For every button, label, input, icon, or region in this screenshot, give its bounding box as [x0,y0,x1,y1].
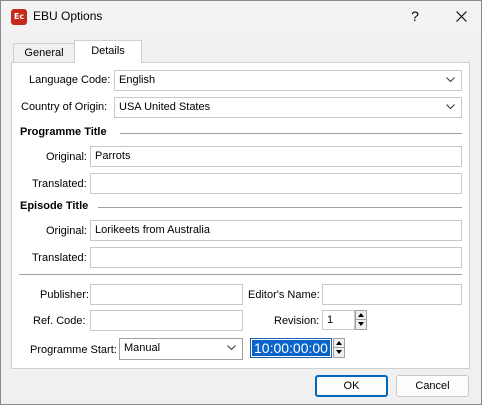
language-code-label: Language Code: [29,74,111,86]
revision-down-button[interactable] [356,320,366,329]
ref-code-input[interactable] [90,310,243,331]
time-down-button[interactable] [334,348,344,357]
episode-original-label: Original: [46,225,87,237]
episode-original-input[interactable]: Lorikeets from Australia [90,220,462,241]
language-code-value: English [119,74,156,86]
episode-translated-input[interactable] [90,247,462,268]
ebu-options-dialog: Ec EBU Options ? General Details Languag… [0,0,482,405]
arrow-down-icon [336,350,342,354]
programme-start-mode-value: Manual [124,342,161,354]
revision-up-button[interactable] [356,311,366,320]
tab-general[interactable]: General [13,43,75,63]
programme-title-divider [120,133,462,134]
editors-name-input[interactable] [322,284,462,305]
details-panel: Language Code: English Country of Origin… [11,62,470,369]
programme-start-time-input[interactable]: 10:00:00:00 [250,338,332,358]
ref-code-label: Ref. Code: [33,315,86,327]
programme-start-label: Programme Start: [30,344,117,356]
country-of-origin-label: Country of Origin: [21,101,108,113]
editors-name-label: Editor's Name: [248,289,320,301]
app-icon: Ec [11,9,27,25]
publisher-input[interactable] [90,284,243,305]
language-code-select[interactable]: English [114,70,462,91]
ok-button[interactable]: OK [315,375,388,397]
revision-spinner[interactable] [355,310,367,330]
help-button[interactable]: ? [401,1,429,32]
programme-original-input[interactable]: Parrots [90,146,462,167]
episode-title-divider [98,207,462,208]
arrow-up-icon [336,341,342,345]
chevron-down-icon [446,104,455,110]
cancel-button[interactable]: Cancel [396,375,469,397]
programme-start-time-value: 10:00:00:00 [252,340,330,356]
chevron-down-icon [446,77,455,83]
revision-input[interactable]: 1 [322,310,355,330]
section-divider [19,274,462,275]
arrow-down-icon [358,322,364,326]
programme-translated-input[interactable] [90,173,462,194]
country-of-origin-value: USA United States [119,101,211,113]
episode-translated-label: Translated: [32,252,87,264]
tab-details[interactable]: Details [74,40,142,63]
close-icon [455,11,467,22]
revision-label: Revision: [274,315,320,327]
arrow-up-icon [358,313,364,317]
programme-translated-label: Translated: [32,178,87,190]
programme-start-time-spinner[interactable] [333,338,345,358]
publisher-label: Publisher: [40,289,89,301]
programme-title-heading: Programme Title [20,126,107,138]
close-button[interactable] [443,1,479,32]
window-title: EBU Options [33,9,103,23]
episode-title-heading: Episode Title [20,200,89,212]
programme-start-mode-select[interactable]: Manual [119,338,243,360]
country-of-origin-select[interactable]: USA United States [114,97,462,118]
programme-original-label: Original: [46,151,87,163]
time-up-button[interactable] [334,339,344,348]
chevron-down-icon [227,345,236,351]
title-bar: Ec EBU Options ? [1,1,481,32]
